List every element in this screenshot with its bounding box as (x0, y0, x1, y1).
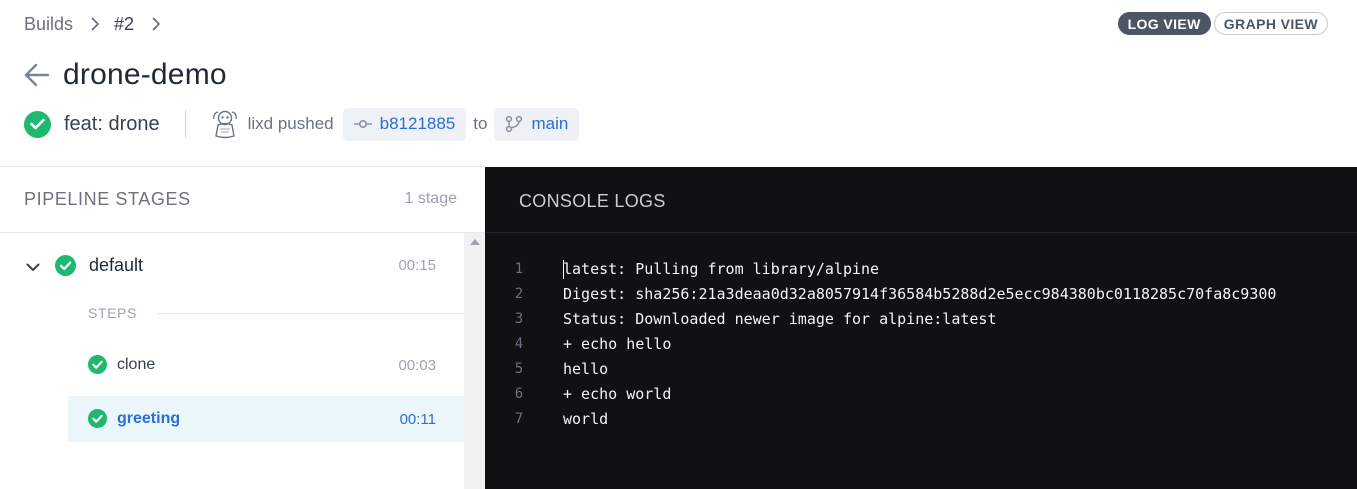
divider (184, 110, 186, 138)
step-row-clone[interactable]: clone 00:03 (68, 342, 464, 388)
branch-link[interactable]: main (494, 107, 580, 141)
log-lines: 1 latest: Pulling from library/alpine 2 … (485, 257, 1357, 432)
chevron-down-icon[interactable] (26, 259, 40, 277)
branch-icon (505, 115, 523, 133)
line-number: 4 (514, 336, 524, 352)
step-name: greeting (117, 410, 181, 427)
log-text: + echo world (563, 385, 672, 403)
log-text: Digest: sha256:21a3deaa0d32a8057914f3658… (563, 285, 1277, 303)
line-number: 3 (514, 311, 524, 327)
graph-view-button[interactable]: GRAPH VIEW (1213, 12, 1328, 35)
scrollbar[interactable] (464, 233, 485, 489)
scroll-up-arrow-icon[interactable] (470, 239, 480, 245)
chevron-right-icon (152, 17, 161, 31)
console-title: CONSOLE LOGS (519, 191, 666, 211)
divider (157, 313, 464, 314)
breadcrumb-builds-link[interactable]: Builds (24, 14, 73, 35)
log-line: 5 hello (485, 357, 1357, 382)
commit-message: feat: drone (64, 112, 160, 135)
stage-count: 1 stage (404, 190, 457, 207)
success-check-icon (55, 255, 76, 276)
step-duration: 00:11 (399, 411, 436, 428)
log-text: latest: Pulling from library/alpine (563, 260, 880, 278)
step-row-greeting[interactable]: greeting 00:11 (68, 396, 464, 442)
breadcrumb-build-number[interactable]: #2 (114, 14, 134, 35)
line-number: 5 (514, 361, 524, 377)
success-check-icon (88, 355, 107, 374)
success-check-icon (88, 409, 107, 428)
pusher-text: lixd pushed (247, 114, 334, 133)
line-number: 1 (514, 261, 524, 277)
chevron-right-icon (91, 17, 100, 31)
avatar (211, 109, 239, 139)
page-title: drone-demo (63, 58, 227, 91)
console-header: CONSOLE LOGS (485, 167, 1357, 233)
pipeline-stages-title: PIPELINE STAGES (24, 189, 191, 209)
log-line: 6 + echo world (485, 382, 1357, 407)
log-text: + echo hello (563, 335, 672, 353)
to-label: to (473, 114, 488, 133)
steps-label: STEPS (88, 305, 137, 321)
branch-name: main (531, 114, 569, 133)
title-row: drone-demo (24, 58, 227, 92)
console-logs-panel: CONSOLE LOGS 1 latest: Pulling from libr… (485, 167, 1357, 489)
stage-row-default[interactable]: default 00:15 (0, 234, 464, 296)
log-text: world (563, 410, 609, 428)
log-text: hello (563, 360, 609, 378)
step-duration: 00:03 (398, 357, 436, 374)
line-number: 2 (514, 286, 524, 302)
back-arrow-icon[interactable] (24, 62, 50, 88)
commit-info: feat: drone lixd pushed b8121885 to main (24, 107, 580, 141)
stage-duration: 00:15 (398, 257, 436, 274)
line-number: 6 (514, 386, 524, 402)
log-line: 1 latest: Pulling from library/alpine (485, 257, 1357, 282)
stage-name: default (89, 255, 144, 275)
log-text: Status: Downloaded newer image for alpin… (563, 310, 997, 328)
step-name: clone (117, 356, 156, 373)
log-view-button[interactable]: LOG VIEW (1117, 12, 1211, 35)
success-check-icon (24, 110, 51, 138)
breadcrumb: Builds #2 (24, 12, 175, 36)
log-line: 3 Status: Downloaded newer image for alp… (485, 307, 1357, 332)
commit-icon (353, 119, 372, 129)
pipeline-stages-header: PIPELINE STAGES 1 stage (0, 167, 485, 233)
log-line: 7 world (485, 407, 1357, 432)
log-line: 4 + echo hello (485, 332, 1357, 357)
commit-sha-link[interactable]: b8121885 (342, 107, 467, 141)
log-line: 2 Digest: sha256:21a3deaa0d32a8057914f36… (485, 282, 1357, 307)
commit-sha: b8121885 (379, 114, 456, 133)
line-number: 7 (514, 411, 524, 427)
view-toggle: LOG VIEW GRAPH VIEW (1117, 12, 1328, 35)
